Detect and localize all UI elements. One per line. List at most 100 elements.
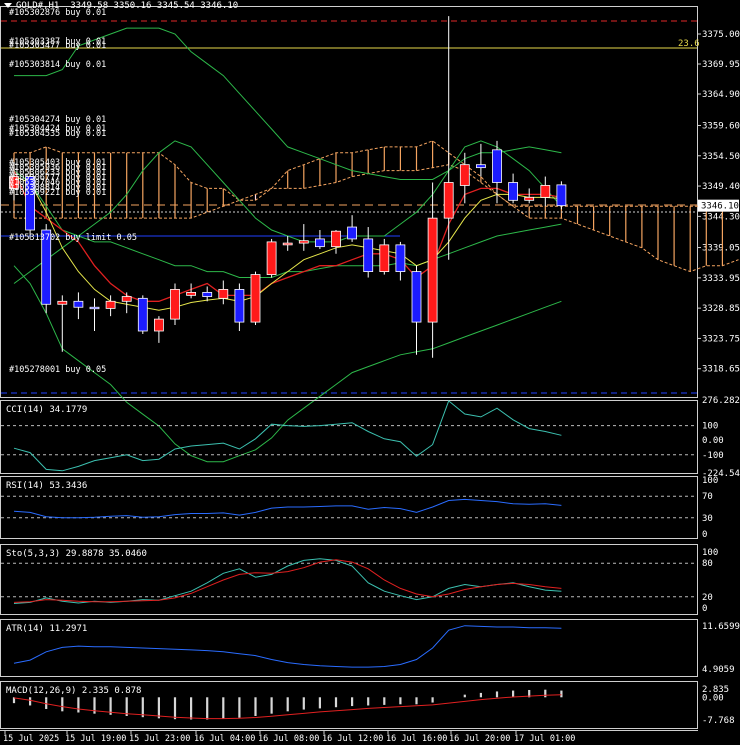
price-tick-label: 3375.00 xyxy=(702,30,740,40)
price-tick-label: 3339.05 xyxy=(702,244,740,254)
time-tick-label: 15 Jul 19:00 xyxy=(65,734,126,744)
rsi-level-label: 0 xyxy=(702,530,707,540)
symbol-label: GOLD#,H1 xyxy=(16,1,60,11)
stochastic-main-line xyxy=(13,558,562,604)
cci-level-label: 276.2829 xyxy=(702,396,740,406)
candle-body xyxy=(137,297,148,332)
candle-body xyxy=(282,242,293,246)
order-label: #105304535 buy 0.01 xyxy=(9,129,106,139)
candle-body xyxy=(524,196,535,201)
rsi-level-label: 100 xyxy=(702,476,718,486)
chart-header: GOLD#,H1 3349.58 3350.16 3345.54 3346.10 xyxy=(4,1,238,11)
candle-body xyxy=(508,182,519,201)
candle-body xyxy=(186,291,197,296)
macd-level-label: -7.768 xyxy=(702,716,735,726)
rsi-level-label: 70 xyxy=(702,492,713,502)
candle-body xyxy=(250,274,261,323)
price-tick-label: 3318.65 xyxy=(702,365,740,375)
order-label: #105303477 buy 0.01 xyxy=(9,41,106,51)
cci-line xyxy=(13,400,562,472)
cci-label: CCI(14) 34.1779 xyxy=(6,405,87,415)
candle-body xyxy=(443,182,454,219)
cci-frame xyxy=(0,400,698,474)
candle-body xyxy=(153,318,164,332)
price-tick-label: 3369.95 xyxy=(702,60,740,70)
stochastic-panel[interactable]: Sto(5,3,3) 29.8878 35.0460 10080 200 xyxy=(0,544,719,615)
price-tick-label: 3328.85 xyxy=(702,304,740,314)
time-tick-label: 16 Jul 08:00 xyxy=(258,734,319,744)
candle-body xyxy=(314,238,325,248)
rsi-panel[interactable]: RSI(14) 53.3436 100 70 30 0 xyxy=(0,476,719,540)
candle-body xyxy=(427,217,438,323)
candle-body xyxy=(540,185,551,198)
fib-level-label: 23.6 xyxy=(678,39,700,49)
time-tick-label: 15 Jul 23:00 xyxy=(129,734,190,744)
candle-body xyxy=(234,289,245,323)
sto-level-label: 20 xyxy=(702,593,713,603)
candle-body xyxy=(105,300,116,309)
sto-level-label: 100 xyxy=(702,548,718,558)
candle-body xyxy=(363,238,374,272)
candle-body xyxy=(379,244,390,272)
candle-body xyxy=(121,296,132,302)
macd-level-label: 0.00 xyxy=(702,693,724,703)
cci-level-label: -100 xyxy=(702,451,724,461)
atr-frame xyxy=(0,619,698,677)
time-tick-label: 15 Jul 2025 xyxy=(3,734,59,744)
macd-label: MACD(12,26,9) 2.335 0.878 xyxy=(6,686,141,696)
candle-body xyxy=(411,271,422,323)
chevron-down-icon[interactable] xyxy=(4,3,12,8)
sto-level-label: 0 xyxy=(702,604,707,614)
atr-line xyxy=(13,625,562,668)
candle-body xyxy=(202,291,213,297)
candle-body xyxy=(57,300,68,305)
atr-level-label: 4.9059 xyxy=(702,665,735,675)
sto-level-label: 80 xyxy=(702,559,713,569)
price-tick-label: 3344.30 xyxy=(702,212,740,222)
price-tick-label: 3354.50 xyxy=(702,152,740,162)
macd-panel[interactable]: MACD(12,26,9) 2.335 0.878 2.8350.00-7.768 xyxy=(0,681,735,729)
price-tick-label: 3333.95 xyxy=(702,274,740,284)
candle-body xyxy=(89,306,100,310)
cci-level-label: 0.00 xyxy=(702,436,724,446)
candle-body xyxy=(218,289,229,299)
rsi-frame xyxy=(0,476,698,539)
candle-body xyxy=(492,149,502,183)
candle-body xyxy=(556,184,567,207)
candle-body xyxy=(395,244,406,272)
atr-label: ATR(14) 11.2971 xyxy=(6,624,87,634)
current-price-label: 3346.10 xyxy=(701,202,739,212)
cci-level-label: 100 xyxy=(702,422,718,432)
candle-body xyxy=(347,226,358,240)
cci-panel[interactable]: CCI(14) 34.1779276.28291000.00-100-224.5… xyxy=(0,396,740,479)
kumo-span-b xyxy=(14,164,739,273)
bollinger-lower xyxy=(13,265,562,463)
time-tick-label: 16 Jul 04:00 xyxy=(194,734,255,744)
candle-body xyxy=(73,300,84,308)
time-tick-label: 16 Jul 16:00 xyxy=(386,734,447,744)
atr-level-label: 11.6599 xyxy=(702,622,740,632)
order-label: #105313702 buy limit 0.05 xyxy=(9,233,137,243)
candle-body xyxy=(459,164,470,186)
order-label: #105309221 buy 0.01 xyxy=(9,188,106,198)
candle-body xyxy=(170,289,180,320)
candle-body xyxy=(331,230,341,248)
time-tick-label: 16 Jul 20:00 xyxy=(449,734,510,744)
price-tick-label: 3364.90 xyxy=(702,90,740,100)
time-tick-label: 17 Jul 01:00 xyxy=(514,734,575,744)
time-axis: 15 Jul 2025 15 Jul 19:00 15 Jul 23:00 16 Ju… xyxy=(0,730,698,744)
rsi-label: RSI(14) 53.3436 xyxy=(6,481,87,491)
atr-panel[interactable]: ATR(14) 11.2971 11.6599 4.9059 xyxy=(0,619,740,677)
price-tick-label: 3359.60 xyxy=(702,121,740,131)
order-label: #105303814 buy 0.01 xyxy=(9,60,106,70)
order-label: #105278001 buy 0.05 xyxy=(9,365,106,375)
stochastic-label: Sto(5,3,3) 29.8878 35.0460 xyxy=(6,549,147,559)
rsi-level-label: 30 xyxy=(702,514,713,524)
candle-body xyxy=(475,164,486,169)
trading-chart-canvas[interactable]: 3375.00 3369.95 3364.90 3359.60 3354.50 3349.… xyxy=(0,0,740,745)
ohlc-readout: 3349.58 3350.16 3345.54 3346.10 xyxy=(70,1,239,11)
main-price-panel[interactable]: 3375.00 3369.95 3364.90 3359.60 3354.50 3349.… xyxy=(0,6,740,463)
rsi-line xyxy=(13,498,562,519)
time-tick-label: 16 Jul 12:00 xyxy=(322,734,383,744)
price-tick-label: 3323.75 xyxy=(702,334,740,344)
